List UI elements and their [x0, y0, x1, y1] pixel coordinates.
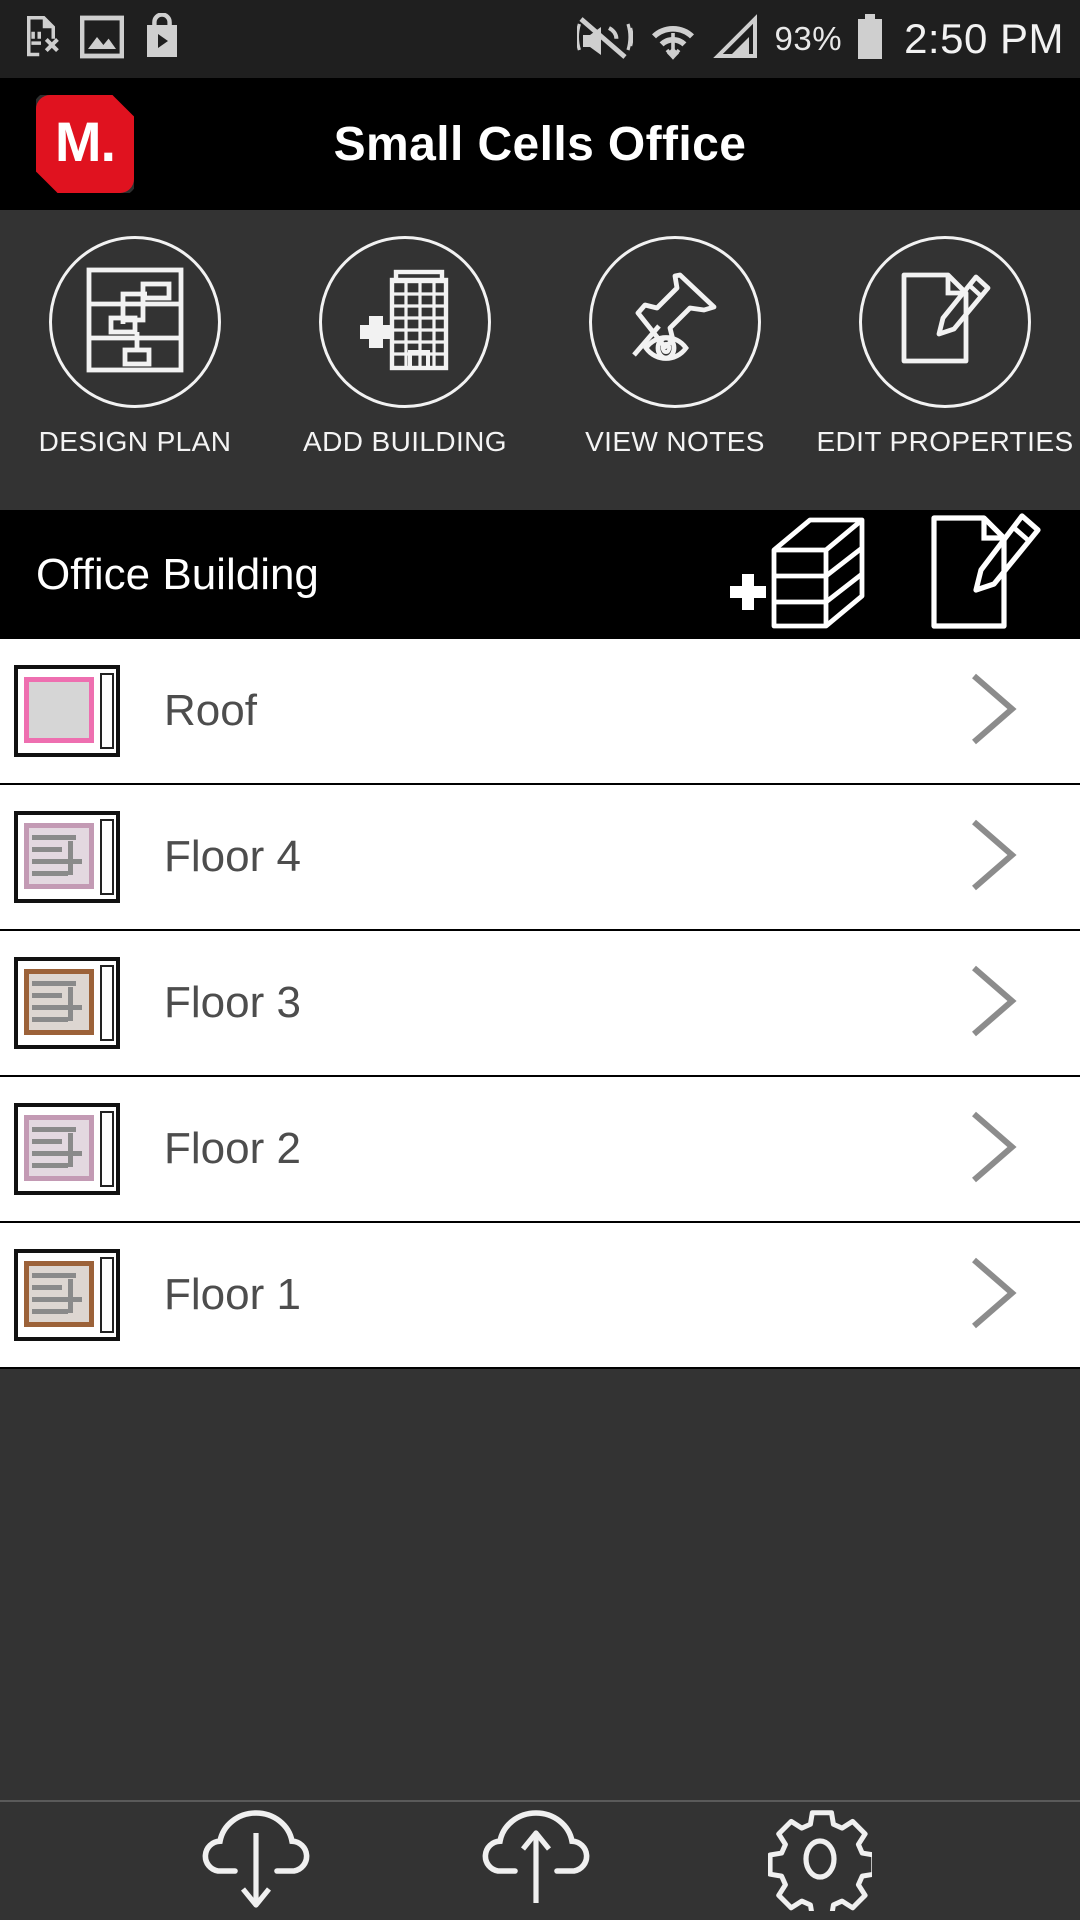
- view-notes-pin-eye-icon: [622, 267, 728, 378]
- floor-label: Floor 4: [164, 832, 301, 881]
- app-logo-label: M.: [54, 110, 116, 173]
- app-bar: M. Small Cells Office: [0, 78, 1080, 210]
- view-notes-circle: [589, 236, 761, 408]
- edit-building-button[interactable]: [922, 510, 1046, 639]
- floor-list-item-floor-1[interactable]: Floor 1: [0, 1223, 1080, 1369]
- action-edit-properties[interactable]: EDIT PROPERTIES: [816, 236, 1073, 458]
- edit-properties-document-pencil-icon: [894, 267, 996, 378]
- action-design-plan[interactable]: DESIGN PLAN: [10, 236, 260, 458]
- floor-label: Floor 1: [164, 1270, 301, 1319]
- cellular-signal-icon: [712, 13, 761, 66]
- floor-thumbnail: [14, 811, 120, 903]
- floor-thumbnail: [14, 1103, 120, 1195]
- building-name-label: Office Building: [36, 549, 319, 599]
- action-toolbar: DESIGN PLAN ADD BUILDING VIEW NOTES EDIT…: [0, 210, 1080, 510]
- floor-list-item-roof[interactable]: Roof: [0, 639, 1080, 785]
- chevron-right-icon: [966, 816, 1020, 899]
- floor-thumbnail: [14, 957, 120, 1049]
- battery-percent-label: 93%: [774, 20, 843, 57]
- app-root: 93% 2:50 PM M. Small Cells Office DESIGN…: [0, 0, 1080, 1920]
- download-button[interactable]: [180, 1807, 340, 1916]
- floor-label: Floor 3: [164, 978, 301, 1027]
- bottom-toolbar: [0, 1800, 1080, 1920]
- status-bar-left-icons: [20, 11, 182, 66]
- floor-list-item-floor-2[interactable]: Floor 2: [0, 1077, 1080, 1223]
- floor-list-item-floor-3[interactable]: Floor 3: [0, 931, 1080, 1077]
- clock-label: 2:50 PM: [904, 15, 1064, 62]
- chevron-right-icon: [966, 962, 1020, 1045]
- cloud-upload-icon: [481, 1807, 599, 1916]
- action-view-notes-label: VIEW NOTES: [585, 426, 765, 457]
- action-edit-properties-label: EDIT PROPERTIES: [816, 426, 1074, 457]
- app-logo[interactable]: M.: [36, 95, 134, 193]
- add-floor-button[interactable]: [726, 512, 888, 637]
- design-plan-icon: [83, 264, 187, 381]
- chevron-right-icon: [966, 1254, 1020, 1337]
- cloud-download-icon: [201, 1807, 319, 1916]
- status-bar: 93% 2:50 PM: [0, 0, 1080, 78]
- wifi-icon: [647, 13, 699, 66]
- add-building-circle: [319, 236, 491, 408]
- floor-thumbnail: [14, 665, 120, 757]
- action-design-plan-label: DESIGN PLAN: [38, 426, 232, 457]
- sim-card-off-icon: [20, 13, 62, 66]
- upload-button[interactable]: [460, 1807, 620, 1916]
- add-building-icon: [352, 264, 458, 381]
- floor-list-item-floor-4[interactable]: Floor 4: [0, 785, 1080, 931]
- edit-properties-circle: [859, 236, 1031, 408]
- floor-list: Roof Floor 4 Floor 3 Floor 2 Floor 1: [0, 639, 1080, 1369]
- floor-label: Floor 2: [164, 1124, 301, 1173]
- chevron-right-icon: [966, 670, 1020, 753]
- design-plan-circle: [49, 236, 221, 408]
- settings-button[interactable]: [740, 1807, 900, 1919]
- empty-content-area: [0, 1369, 1080, 1800]
- action-add-building-label: ADD BUILDING: [303, 426, 507, 457]
- settings-gear-icon: [767, 1807, 877, 1919]
- chevron-right-icon: [966, 1108, 1020, 1191]
- vibrate-mute-icon: [575, 13, 633, 66]
- status-bar-right-icons: 93% 2:50 PM: [575, 13, 1064, 66]
- action-add-building[interactable]: ADD BUILDING: [280, 236, 530, 458]
- edit-building-document-pencil-icon: [922, 510, 1046, 639]
- action-view-notes[interactable]: VIEW NOTES: [550, 236, 800, 458]
- floor-thumbnail: [14, 1249, 120, 1341]
- battery-icon: [856, 13, 884, 66]
- play-store-bag-icon: [142, 11, 182, 66]
- gallery-image-icon: [79, 13, 125, 66]
- add-floor-cube-icon: [726, 512, 888, 637]
- floor-label: Roof: [164, 686, 257, 735]
- page-title: Small Cells Office: [333, 117, 747, 171]
- building-section-bar: Office Building: [0, 510, 1080, 639]
- building-section-actions: [726, 510, 1046, 639]
